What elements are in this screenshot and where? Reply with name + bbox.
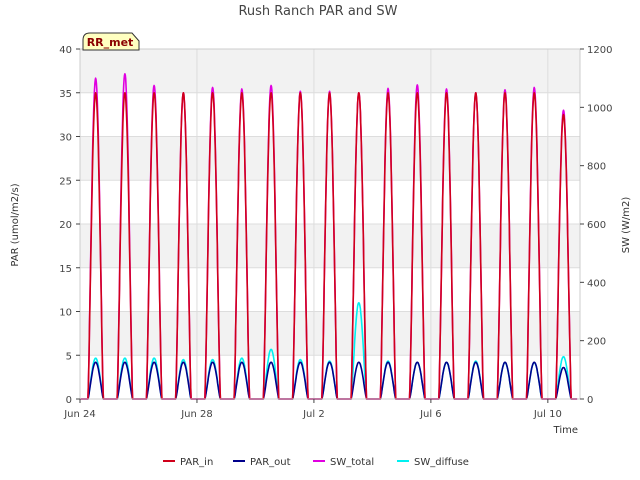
right-tick-label: 200 bbox=[587, 337, 606, 348]
legend-label: SW_total bbox=[330, 457, 374, 468]
legend-label: PAR_in bbox=[180, 457, 213, 468]
site-badge-label: RR_met bbox=[87, 36, 134, 49]
legend: PAR_in PAR_out SW_total SW_diffuse bbox=[163, 457, 469, 468]
chart-title: Rush Ranch PAR and SW bbox=[238, 4, 397, 19]
plot-band bbox=[80, 224, 580, 268]
plot-band bbox=[80, 136, 580, 181]
left-tick-label: 30 bbox=[59, 133, 72, 144]
x-tick-label: Jun 28 bbox=[180, 409, 213, 420]
legend-label: SW_diffuse bbox=[414, 457, 469, 468]
right-tick-label: 800 bbox=[587, 162, 606, 173]
site-badge: RR_met bbox=[82, 32, 140, 51]
plot-band bbox=[80, 311, 580, 356]
right-axis-ticks: 0 200 400 600 800 1000 1200 bbox=[580, 45, 612, 406]
x-axis-label: Time bbox=[553, 425, 578, 436]
y-axis-label-right: SW (W/m2) bbox=[621, 197, 632, 254]
left-tick-label: 0 bbox=[66, 395, 72, 406]
x-tick-label: Jul 2 bbox=[302, 409, 325, 420]
right-tick-label: 0 bbox=[587, 395, 593, 406]
x-tick-label: Jul 10 bbox=[533, 409, 562, 420]
right-tick-label: 400 bbox=[587, 278, 606, 289]
x-tick-label: Jul 6 bbox=[419, 409, 442, 420]
left-tick-label: 10 bbox=[59, 308, 72, 319]
left-tick-label: 20 bbox=[59, 220, 72, 231]
legend-label: PAR_out bbox=[250, 457, 291, 468]
right-tick-label: 1000 bbox=[587, 103, 612, 114]
plot-band bbox=[80, 180, 580, 224]
y-axis-label-left: PAR (umol/m2/s) bbox=[10, 183, 21, 266]
x-axis-ticks: Jun 24 Jun 28 Jul 2 Jul 6 Jul 10 bbox=[63, 399, 562, 420]
plot-band bbox=[80, 267, 580, 312]
left-tick-label: 15 bbox=[59, 264, 72, 275]
x-tick-label: Jun 24 bbox=[63, 409, 96, 420]
right-tick-label: 1200 bbox=[587, 45, 612, 56]
chart-svg: Rush Ranch PAR and SW 0 5 10 15 20 25 30 35 40 0… bbox=[10, 4, 632, 468]
left-tick-label: 35 bbox=[59, 89, 72, 100]
left-tick-label: 25 bbox=[59, 176, 72, 187]
left-tick-label: 5 bbox=[66, 351, 72, 362]
left-axis-ticks: 0 5 10 15 20 25 30 35 40 bbox=[59, 45, 80, 406]
left-tick-label: 40 bbox=[59, 45, 72, 56]
right-tick-label: 600 bbox=[587, 220, 606, 231]
